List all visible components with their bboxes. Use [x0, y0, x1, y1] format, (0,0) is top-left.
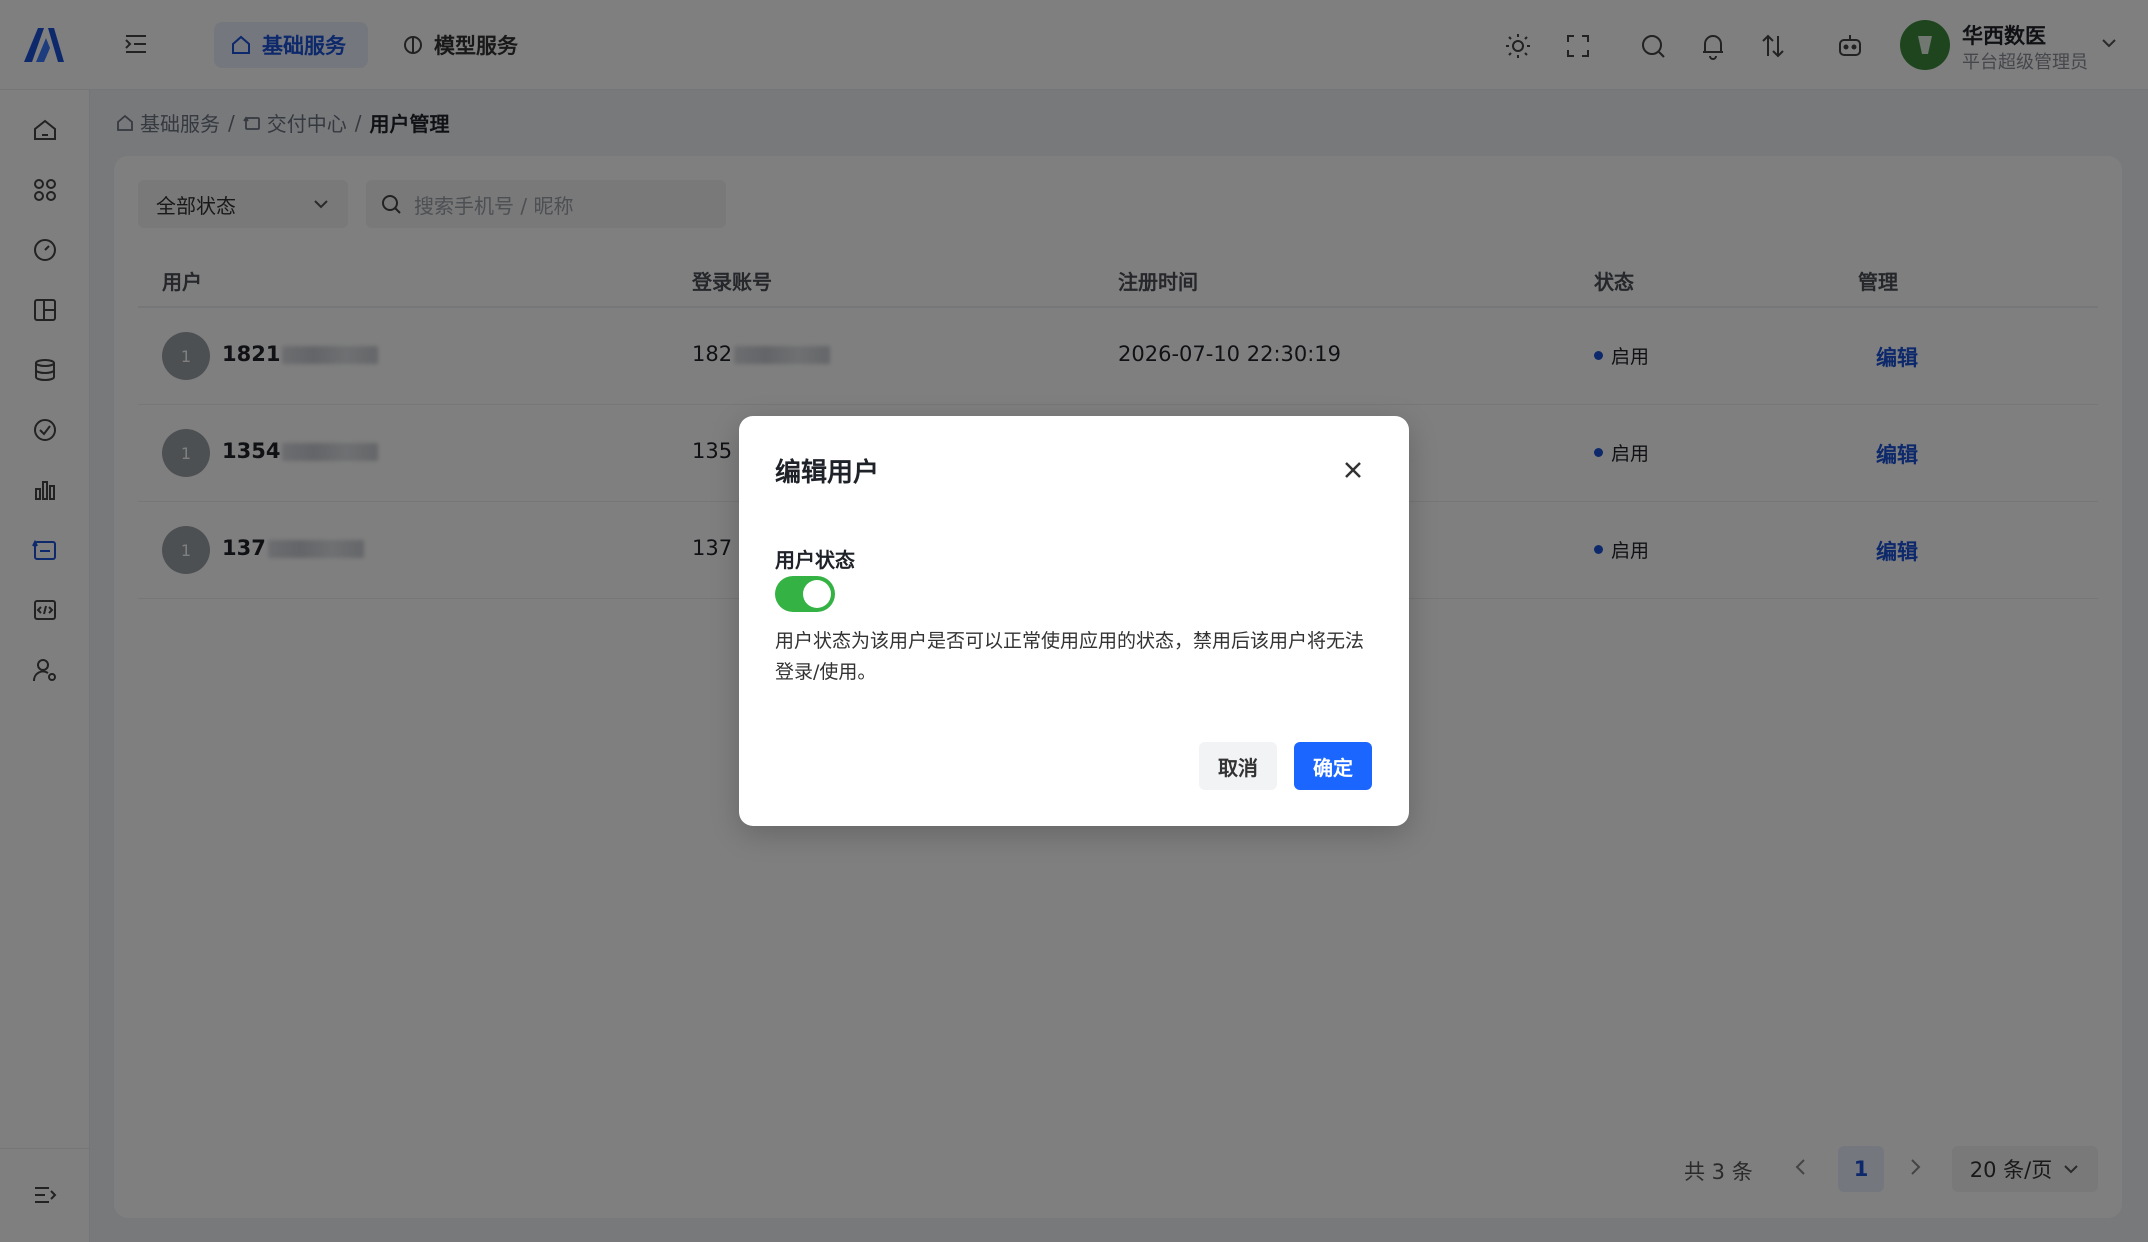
confirm-button[interactable]: 确定	[1294, 742, 1372, 790]
edit-user-dialog: 编辑用户 用户状态 用户状态为该用户是否可以正常使用应用的状态，禁用后该用户将无…	[739, 416, 1409, 826]
dialog-title: 编辑用户	[775, 458, 880, 488]
close-icon[interactable]	[1339, 456, 1367, 484]
toggle-knob	[803, 580, 831, 608]
user-status-toggle[interactable]	[775, 576, 835, 612]
cancel-button[interactable]: 取消	[1199, 742, 1277, 790]
field-label: 用户状态	[775, 548, 855, 572]
field-hint: 用户状态为该用户是否可以正常使用应用的状态，禁用后该用户将无法登录/使用。	[775, 630, 1365, 683]
